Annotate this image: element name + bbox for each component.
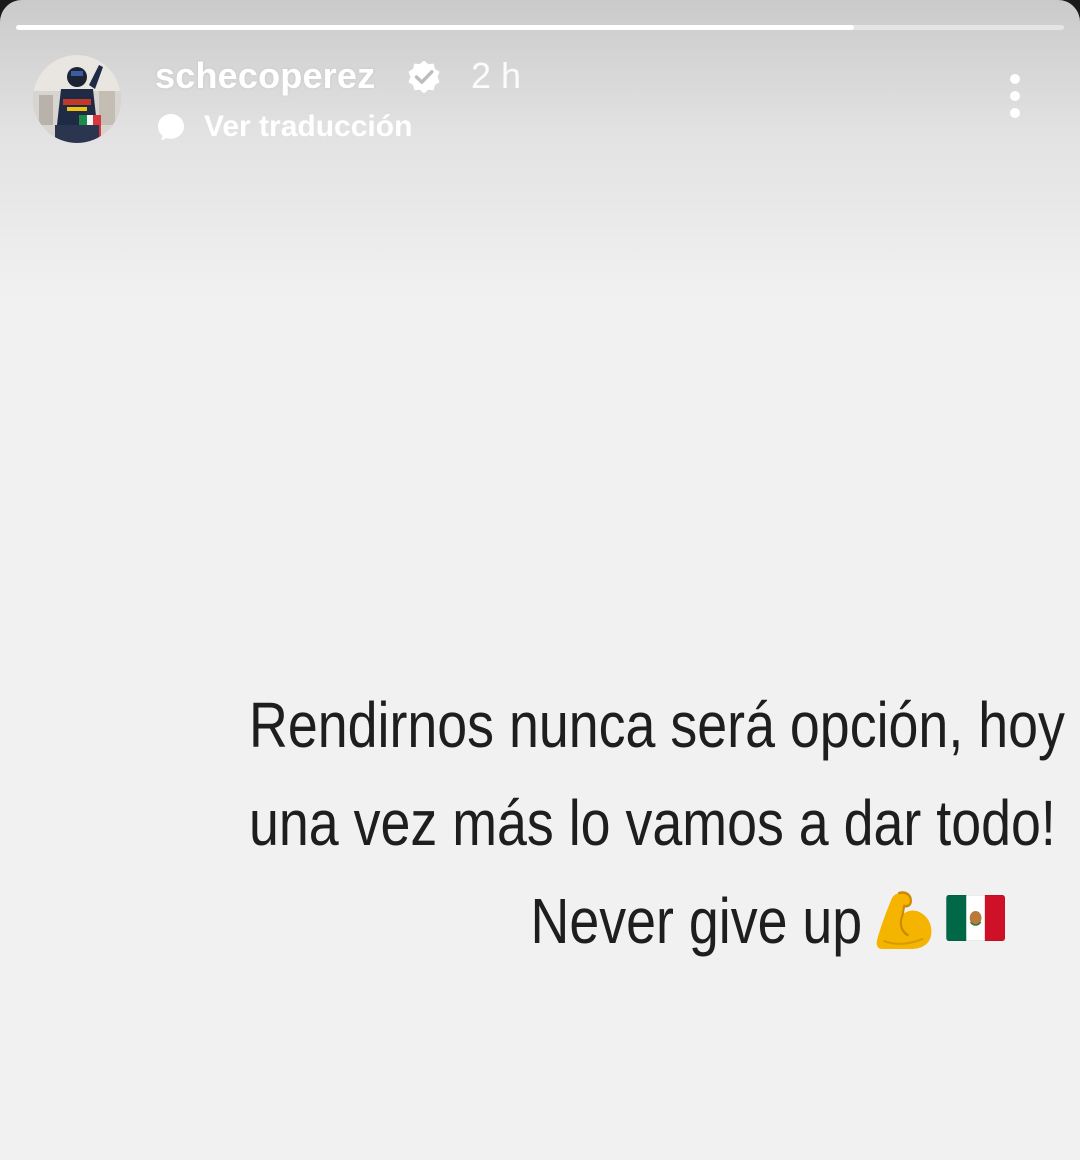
translate-link[interactable]: Ver traducción [155, 107, 412, 147]
story-caption: Rendirnos nunca será opción, hoy una vez… [105, 676, 1065, 970]
more-options-button[interactable] [996, 68, 1034, 124]
verified-badge-icon [408, 60, 440, 94]
caption-line-3: Never give up [249, 872, 1005, 970]
story-progress-bar [16, 25, 1064, 30]
speech-bubble-icon [158, 114, 184, 141]
top-gradient-overlay [0, 0, 1080, 300]
story-username[interactable]: schecoperez [155, 54, 375, 98]
story-progress-fill [16, 25, 855, 30]
caption-line-3-text: Never give up [530, 885, 863, 957]
story-viewer[interactable]: schecoperez 2 h Ver traducción Rendirnos… [0, 0, 1080, 1160]
more-vertical-icon-dot [1010, 91, 1020, 101]
caption-line-2: una vez más lo vamos a dar todo! [249, 787, 1056, 859]
translate-label: Ver traducción [204, 110, 413, 143]
flag-mexico-icon [946, 895, 1005, 941]
avatar[interactable] [33, 55, 121, 143]
avatar-photo-icon [33, 55, 121, 143]
story-timestamp: 2 h [471, 55, 522, 96]
flexed-biceps-icon [876, 891, 932, 949]
more-vertical-icon-dot [1010, 108, 1020, 118]
more-vertical-icon [1010, 74, 1020, 84]
caption-line-1: Rendirnos nunca será opción, hoy [249, 689, 1065, 761]
